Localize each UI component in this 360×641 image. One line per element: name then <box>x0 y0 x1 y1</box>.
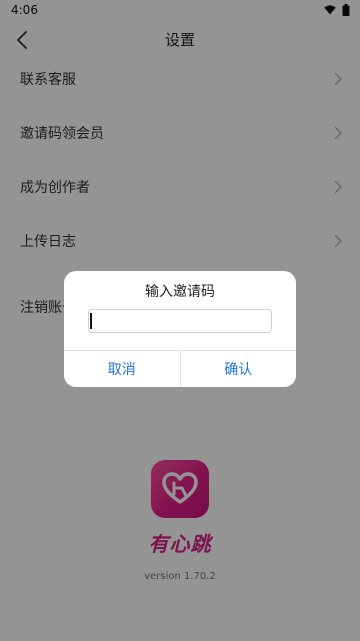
dialog-title: 输入邀请码 <box>145 284 215 300</box>
cancel-button[interactable]: 取消 <box>64 351 181 387</box>
invite-code-dialog: 输入邀请码 取消 确认 <box>64 271 296 387</box>
dialog-actions: 取消 确认 <box>64 350 296 387</box>
text-cursor <box>90 313 92 329</box>
invite-code-input[interactable] <box>88 309 272 333</box>
confirm-button[interactable]: 确认 <box>180 351 296 387</box>
